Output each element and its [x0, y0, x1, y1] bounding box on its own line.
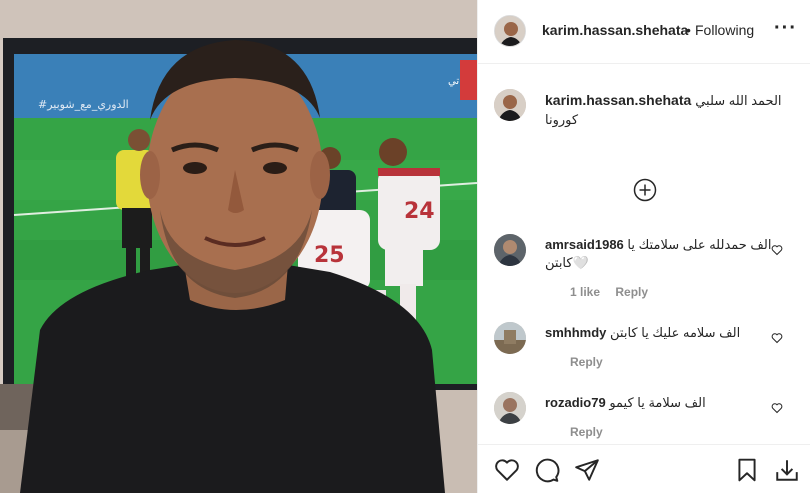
heart-icon[interactable]	[771, 402, 783, 414]
author-username[interactable]: karim.hassan.shehata	[542, 22, 688, 38]
commenter-avatar[interactable]	[494, 392, 526, 424]
comment-text: الف حمدلله على سلامتك يا	[627, 237, 772, 252]
comment-username[interactable]: amrsaid1986	[545, 237, 624, 252]
caption-author-avatar[interactable]	[494, 89, 526, 121]
tv-hashtag-text: #الدوري_مع_شوبير	[38, 98, 129, 111]
jersey-number: 25	[314, 243, 345, 268]
comment-text: الف سلامة يا كيمو	[609, 395, 706, 410]
plus-circle-icon[interactable]	[633, 178, 657, 202]
jersey-number: 24	[404, 199, 435, 224]
post-actions	[478, 444, 810, 493]
post-photo: #الدوري_مع_شوبير بحياتي 24 25	[0, 0, 477, 493]
comment-item: amrsaid1986 الف حمدلله على سلامتك يا كاب…	[494, 234, 794, 299]
heart-icon[interactable]	[771, 244, 783, 256]
heart-icon[interactable]	[771, 332, 783, 344]
comment-username[interactable]: smhhmdy	[545, 325, 606, 340]
separator-dot: •	[686, 22, 691, 38]
comment-item: smhhmdy الف سلامه عليك يا كابتن Reply	[494, 322, 794, 382]
reply-button[interactable]: Reply	[570, 355, 603, 369]
share-icon[interactable]	[574, 457, 600, 483]
commenter-avatar[interactable]	[494, 234, 526, 266]
following-button[interactable]: Following	[695, 22, 754, 38]
reply-button[interactable]: Reply	[615, 285, 648, 299]
comment-item: rozadio79 الف سلامة يا كيمو Reply	[494, 392, 794, 452]
reply-button[interactable]: Reply	[570, 425, 603, 439]
comment-text: الف سلامه عليك يا كابتن	[610, 325, 741, 340]
comment-likes[interactable]: 1 like	[570, 285, 600, 299]
post-image[interactable]: #الدوري_مع_شوبير بحياتي 24 25	[0, 0, 477, 493]
comment-text-line2: كابتن🤍	[545, 255, 589, 270]
post-header: karim.hassan.shehata • Following ···	[478, 0, 810, 64]
bookmark-icon[interactable]	[734, 457, 760, 483]
post-sidebar: karim.hassan.shehata • Following ··· kar…	[477, 0, 810, 493]
caption-text-line2: كورونا	[545, 112, 579, 127]
comment-username[interactable]: rozadio79	[545, 395, 606, 410]
caption-username[interactable]: karim.hassan.shehata	[545, 92, 691, 108]
comment-icon[interactable]	[534, 457, 560, 483]
caption-text: الحمد الله سلبي	[695, 93, 782, 108]
author-avatar[interactable]	[494, 15, 526, 47]
heart-icon[interactable]	[494, 457, 520, 483]
more-options-icon[interactable]: ···	[774, 17, 797, 40]
commenter-avatar[interactable]	[494, 322, 526, 354]
download-icon[interactable]	[774, 457, 800, 483]
